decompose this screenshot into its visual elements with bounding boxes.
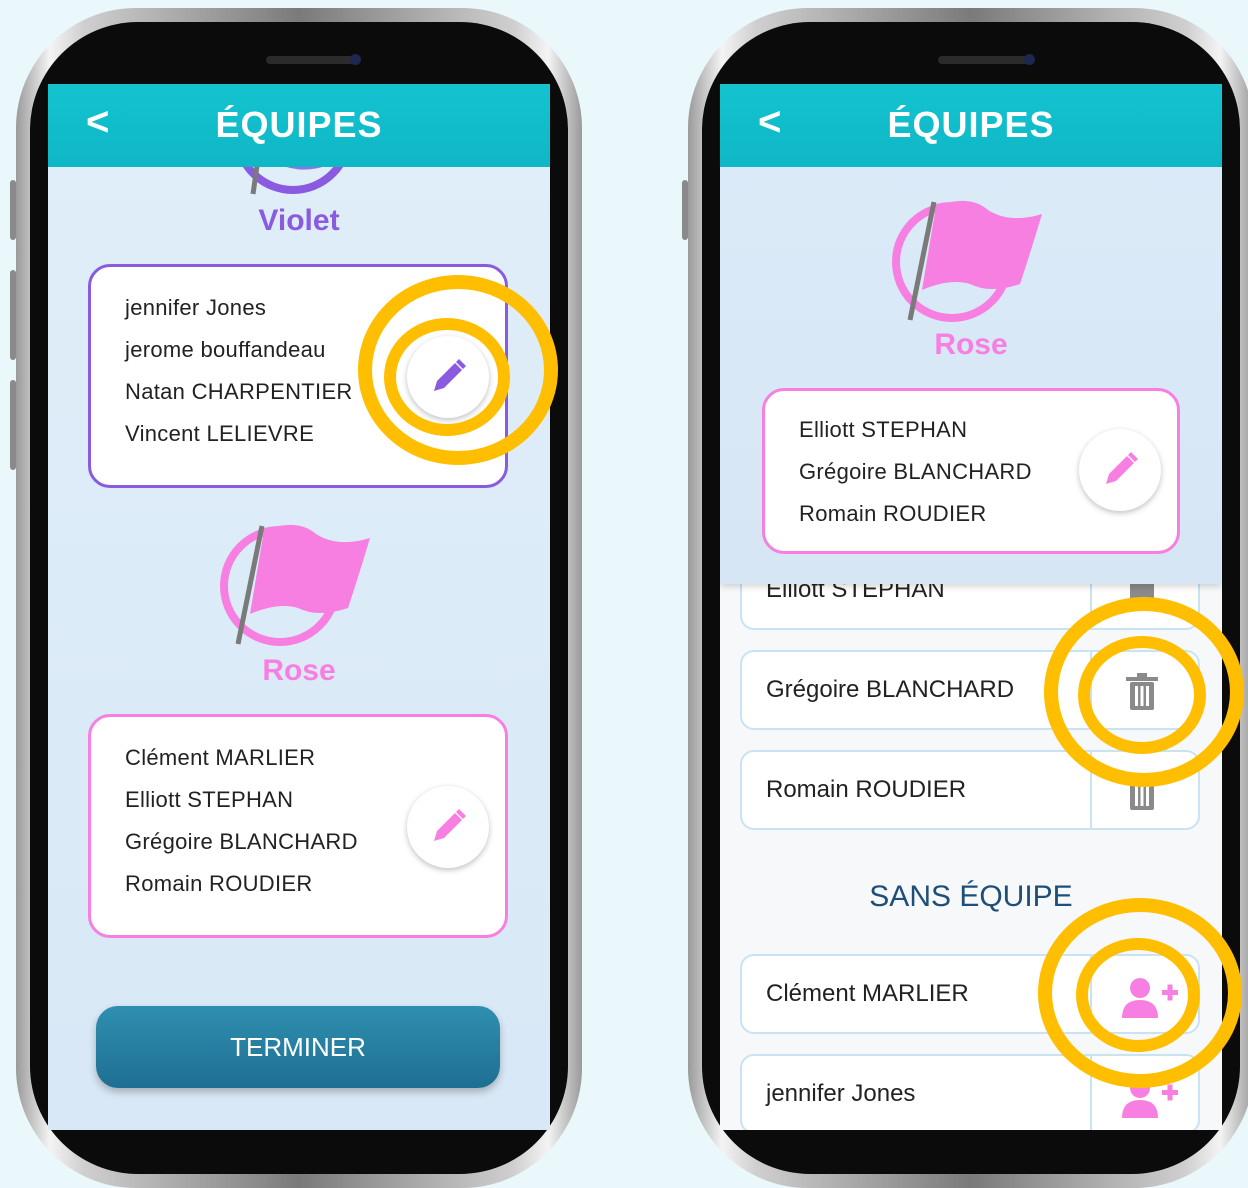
app-header: < ÉQUIPES — [720, 84, 1222, 167]
team-member-row: Grégoire BLANCHARD — [740, 650, 1200, 730]
no-team-row: jennifer Jones — [740, 1054, 1200, 1130]
member-name: Romain ROUDIER — [799, 501, 987, 526]
screen-left: < ÉQUIPES Violet jennifer Jones jerome b… — [48, 84, 550, 1130]
side-button — [10, 180, 16, 240]
team-name-violet: Violet — [258, 204, 340, 237]
pencil-icon — [434, 359, 466, 391]
edit-team-button[interactable] — [1079, 429, 1161, 511]
speaker — [938, 56, 1028, 64]
edit-team-button[interactable] — [407, 786, 489, 868]
camera — [1024, 54, 1035, 65]
member-name: Elliott STEPHAN — [125, 787, 294, 812]
screen-right: < ÉQUIPES Elliott STEPHAN Grégoire BLANC… — [720, 84, 1222, 1130]
member-name: Grégoire BLANCHARD — [766, 676, 1015, 703]
no-team-row: Clément MARLIER — [740, 954, 1200, 1034]
member-name: Romain ROUDIER — [125, 871, 313, 896]
member-name: Elliott STEPHAN — [799, 417, 968, 442]
team-card-rose: Elliott STEPHAN Grégoire BLANCHARD Romai… — [762, 388, 1180, 554]
edit-team-button[interactable] — [407, 336, 489, 418]
team-name-rose: Rose — [934, 328, 1008, 361]
team-edit-panel: Elliott STEPHAN Grégoire BLANCHARD Romai… — [720, 550, 1222, 1130]
section-title-no-team: SANS ÉQUIPE — [869, 880, 1073, 913]
rose-flag-icon — [892, 200, 1042, 322]
app-header: < ÉQUIPES — [48, 84, 550, 167]
trash-icon[interactable] — [1122, 672, 1162, 712]
pencil-icon — [434, 809, 466, 841]
add-user-icon[interactable] — [1122, 976, 1182, 1020]
pencil-icon — [1106, 452, 1138, 484]
side-button — [682, 180, 688, 240]
finish-button[interactable]: TERMINER — [96, 1006, 500, 1088]
team-name-rose: Rose — [262, 654, 336, 687]
side-button — [10, 380, 16, 470]
member-name: Vincent LELIEVRE — [125, 421, 315, 446]
team-card-rose: Clément MARLIER Elliott STEPHAN Grégoire… — [88, 714, 508, 938]
trash-icon[interactable] — [1122, 772, 1162, 812]
speaker — [266, 56, 356, 64]
rose-flag-icon — [220, 524, 370, 646]
member-name: jennifer Jones — [125, 295, 267, 320]
camera — [350, 54, 361, 65]
member-name: Grégoire BLANCHARD — [125, 829, 358, 854]
page-title: ÉQUIPES — [887, 104, 1055, 145]
side-button — [10, 270, 16, 360]
member-name: Natan CHARPENTIER — [125, 379, 353, 404]
team-card-violet: jennifer Jones jerome bouffandeau Natan … — [88, 264, 508, 488]
member-name: Grégoire BLANCHARD — [799, 459, 1032, 484]
member-name: Clément MARLIER — [766, 980, 969, 1007]
member-name: Clément MARLIER — [125, 745, 316, 770]
member-name: Romain ROUDIER — [766, 776, 967, 803]
page-title: ÉQUIPES — [215, 104, 383, 145]
member-name: jerome bouffandeau — [125, 337, 326, 362]
add-user-icon[interactable] — [1122, 1076, 1182, 1120]
team-member-row: Romain ROUDIER — [740, 750, 1200, 830]
member-name: jennifer Jones — [766, 1080, 916, 1107]
